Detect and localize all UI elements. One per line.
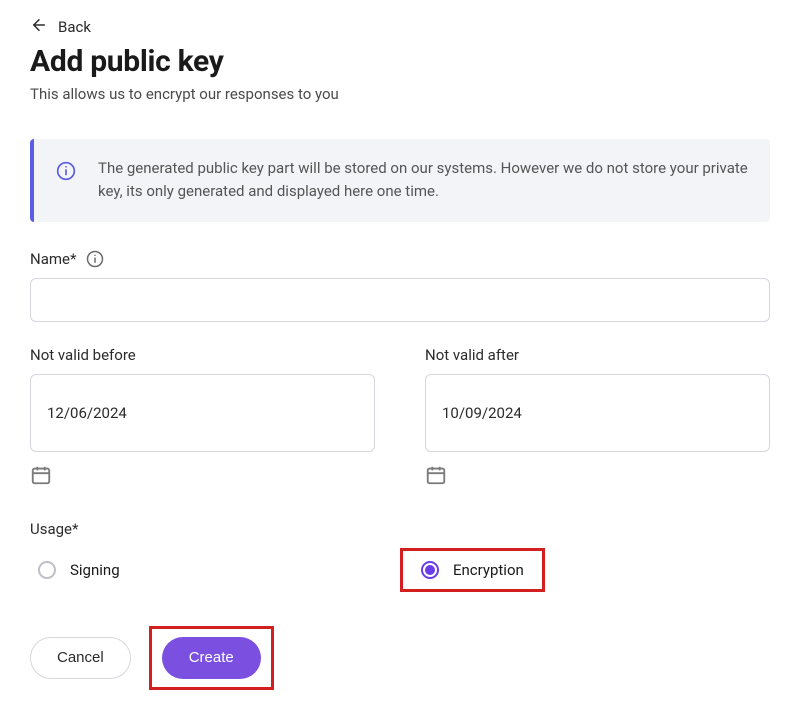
create-button[interactable]: Create [162,637,261,679]
usage-radio-signing[interactable]: Signing [30,557,128,583]
not-valid-before-label: Not valid before [30,346,136,364]
back-link[interactable]: Back [30,16,91,38]
create-button-label: Create [189,649,234,666]
usage-label: Usage* [30,520,78,538]
highlight-encryption: Encryption [400,548,545,592]
help-icon[interactable] [86,250,104,268]
radio-icon [421,561,439,579]
usage-signing-label: Signing [70,561,120,579]
calendar-icon[interactable] [425,464,447,486]
info-banner-text: The generated public key part will be st… [98,157,748,204]
not-valid-after-input[interactable]: 10/09/2024 [425,374,770,452]
usage-field: Usage* Signing Encryption [30,520,770,592]
info-icon [56,161,76,185]
highlight-create: Create [149,626,274,690]
cancel-button-label: Cancel [57,649,104,666]
calendar-icon[interactable] [30,464,52,486]
name-field: Name* [30,250,770,322]
name-label: Name* [30,250,76,268]
radio-icon [38,561,56,579]
not-valid-after-label: Not valid after [425,346,519,364]
page-subtitle: This allows us to encrypt our responses … [30,85,770,103]
usage-encryption-label: Encryption [453,561,524,579]
not-valid-after-value: 10/09/2024 [442,404,522,422]
page-title: Add public key [30,44,770,79]
form-actions: Cancel Create [30,626,770,690]
usage-radio-encryption[interactable]: Encryption [413,557,532,583]
not-valid-before-field: Not valid before 12/06/2024 [30,346,375,490]
not-valid-after-field: Not valid after 10/09/2024 [425,346,770,490]
name-input[interactable] [30,278,770,322]
arrow-left-icon [30,16,48,38]
info-banner: The generated public key part will be st… [30,139,770,222]
cancel-button[interactable]: Cancel [30,637,131,679]
not-valid-before-value: 12/06/2024 [47,404,127,422]
not-valid-before-input[interactable]: 12/06/2024 [30,374,375,452]
back-label: Back [58,18,91,36]
